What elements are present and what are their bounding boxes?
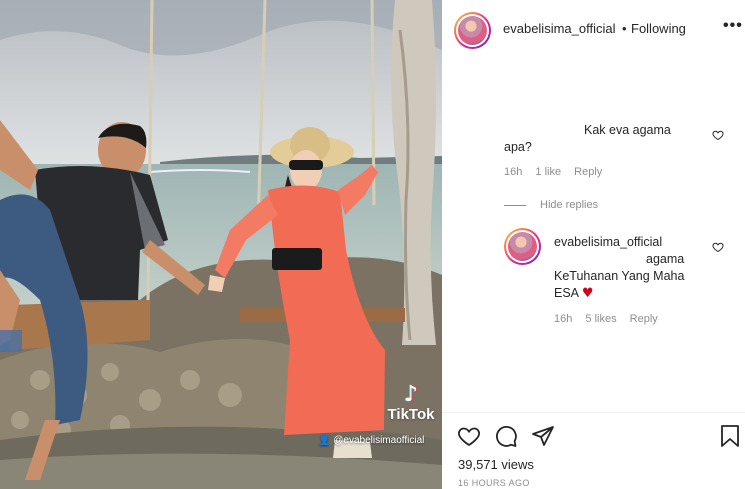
comment-text-line2: apa?: [504, 140, 532, 154]
header-separator: •: [622, 21, 627, 36]
share-icon[interactable]: [531, 424, 555, 448]
action-bar: [442, 420, 745, 450]
following-button[interactable]: Following: [631, 21, 686, 36]
reply-meta: 16h 5 likes Reply: [554, 313, 668, 325]
tiktok-handle-label: @evabelisimaofficial: [333, 435, 425, 446]
reply-username[interactable]: evabelisima_official: [554, 235, 662, 249]
reply-time: 16h: [554, 313, 573, 325]
post-video[interactable]: ♪ TikTok 👤 @evabelisimaofficial: [0, 0, 442, 489]
views-count[interactable]: 39,571 views: [458, 457, 534, 472]
comment-meta: 16h 1 like Reply: [504, 166, 612, 178]
comment-icon[interactable]: [494, 424, 518, 448]
avatar-image: [458, 16, 487, 45]
comment-like-heart-icon[interactable]: [712, 129, 724, 141]
reply-reply-button[interactable]: Reply: [630, 313, 658, 325]
tiktok-watermark-label: TikTok: [387, 406, 435, 423]
heart-icon[interactable]: [457, 424, 481, 448]
hide-replies-button[interactable]: Hide replies: [540, 199, 598, 211]
reply-text: agama KeTuhanan Yang Maha ESA ♥: [554, 251, 714, 302]
more-horizontal-icon[interactable]: •••: [723, 17, 743, 35]
tiktok-watermark: ♪ TikTok: [386, 382, 436, 424]
comment-likes[interactable]: 1 like: [535, 166, 561, 178]
comment-time: 16h: [504, 166, 523, 178]
reply-like-heart-icon[interactable]: [712, 241, 724, 253]
comment-reply-button[interactable]: Reply: [574, 166, 602, 178]
comment-text-line1: Kak eva agama: [584, 123, 671, 137]
tiktok-handle: 👤 @evabelisimaofficial: [318, 435, 424, 446]
hide-replies-divider: [504, 205, 526, 206]
post-header: evabelisima_official • Following •••: [442, 0, 745, 60]
red-heart-emoji-icon: ♥: [581, 286, 594, 301]
header-username[interactable]: evabelisima_official: [503, 21, 616, 36]
comment-text: Kak eva agama apa?: [504, 122, 704, 156]
reply-text-line1: agama: [646, 252, 685, 266]
reply-text-line2: KeTuhanan Yang Maha: [554, 269, 685, 283]
person-icon: 👤: [318, 435, 331, 446]
video-frame-illustration: [0, 0, 442, 489]
comments-section: Kak eva agama apa? 16h 1 like Reply Hide…: [442, 60, 745, 412]
post-panel: evabelisima_official • Following ••• Kak…: [442, 0, 745, 489]
avatar[interactable]: [454, 12, 491, 49]
reply-text-line3: ESA: [554, 286, 579, 300]
post-timestamp[interactable]: 16 HOURS AGO: [458, 478, 530, 488]
reply-likes[interactable]: 5 likes: [585, 313, 616, 325]
tiktok-note-icon: ♪: [403, 382, 419, 407]
bookmark-icon[interactable]: [718, 424, 742, 448]
actions-divider: [442, 412, 745, 413]
reply-avatar[interactable]: [504, 228, 541, 265]
reply-avatar-image: [508, 232, 537, 261]
